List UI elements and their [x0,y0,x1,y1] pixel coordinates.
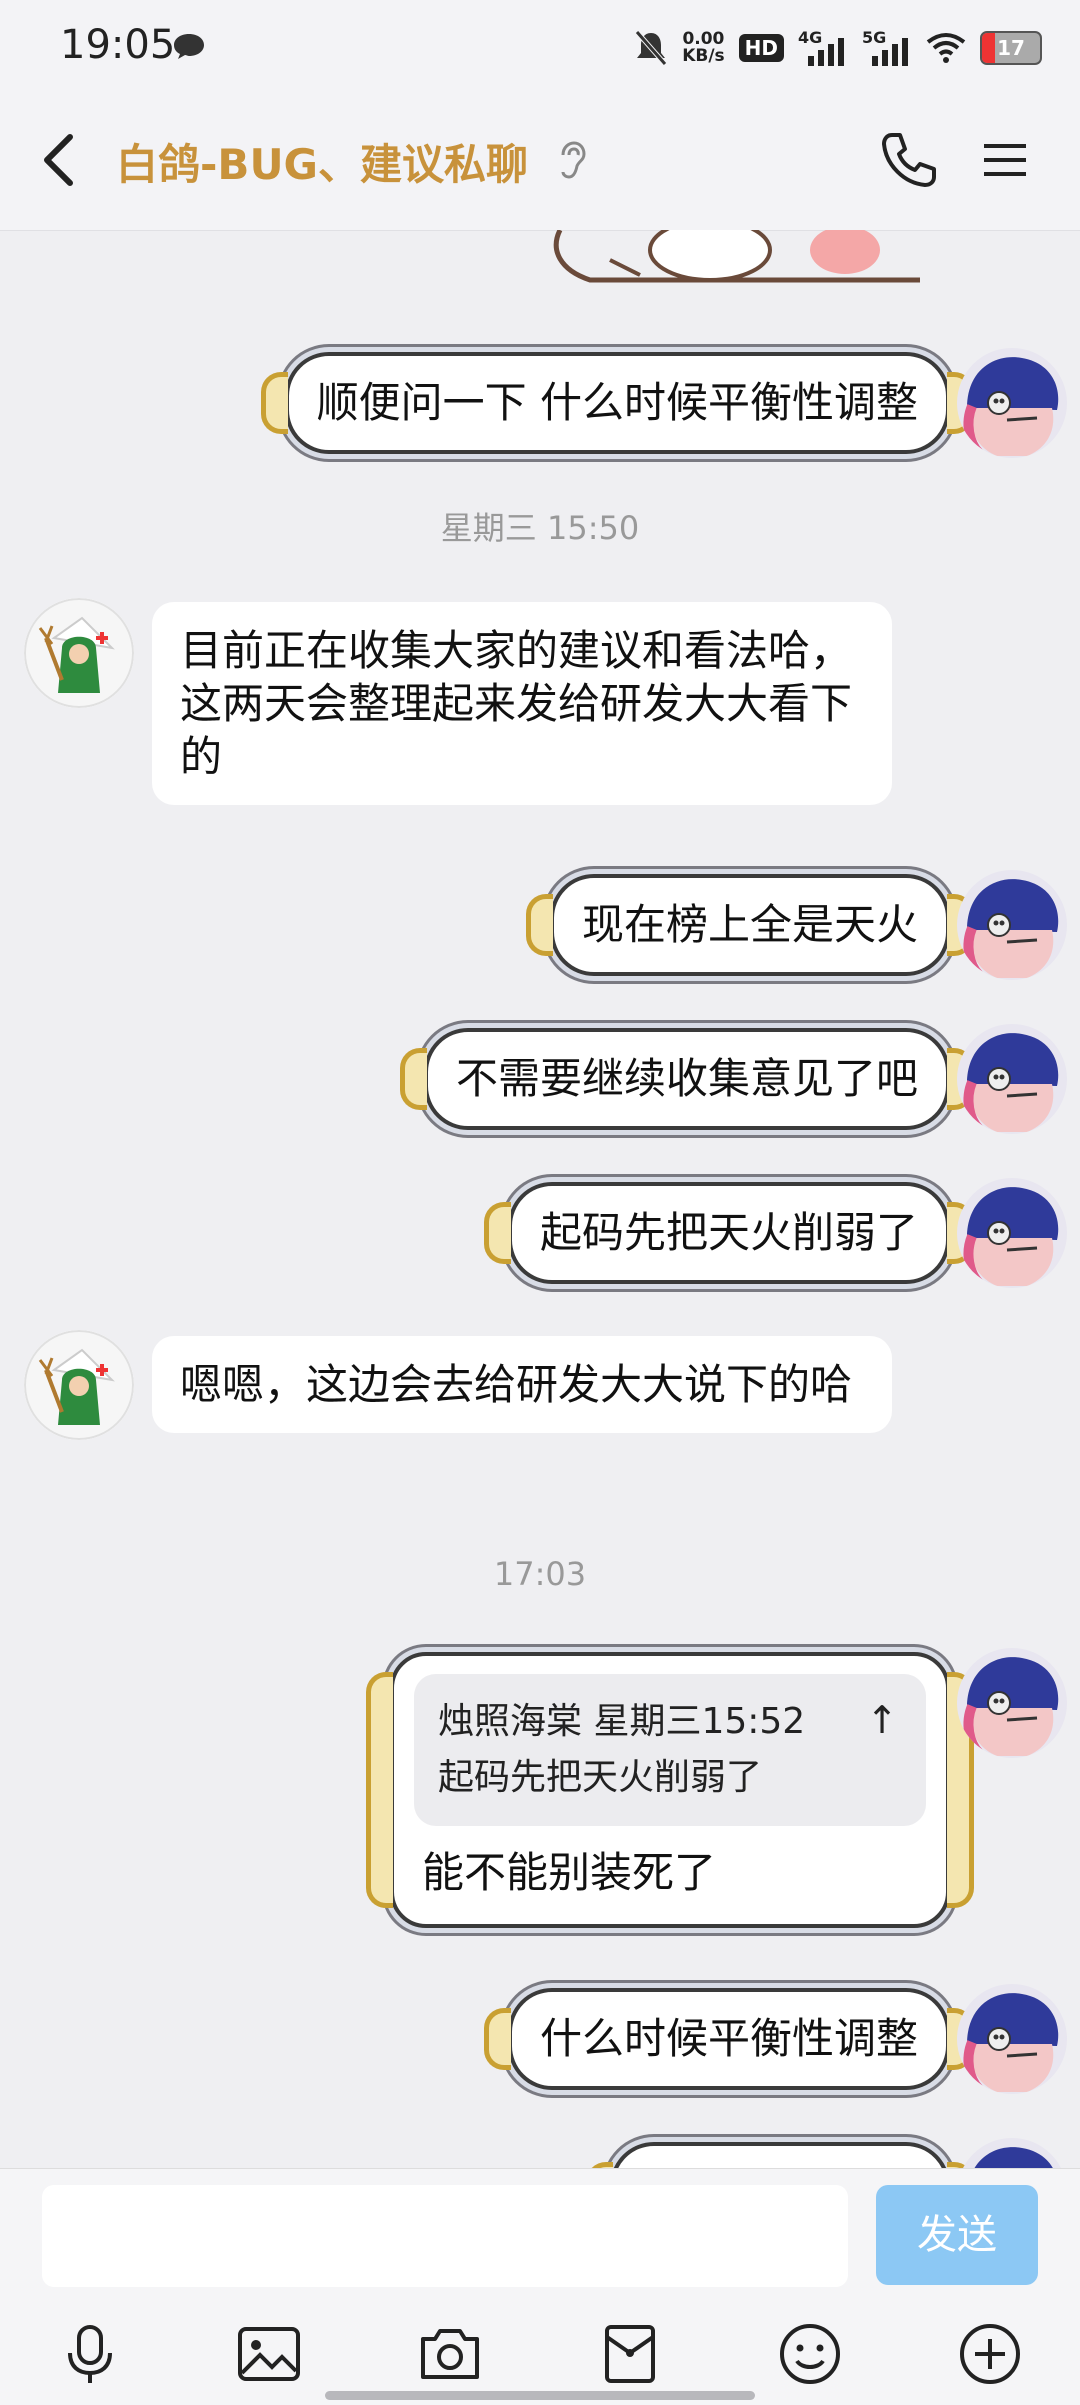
signal-4g-icon: 4G [798,28,848,68]
message-bubble[interactable]: 起码先把天火削弱了 [483,1182,975,1284]
input-bar: 发送 [0,2168,1080,2405]
message-bubble[interactable]: 目前正在收集大家的建议和看法哈，这两天会整理起来发给研发大大看下的 [152,602,892,805]
message-bubble[interactable]: 现在榜上全是天火 [525,874,975,976]
contact-avatar[interactable] [24,1330,134,1440]
battery-icon: 17 [980,31,1042,65]
microphone-icon[interactable] [57,2321,123,2387]
image-icon[interactable] [236,2321,302,2387]
plus-icon[interactable] [957,2321,1023,2387]
hd-badge: HD [738,34,784,62]
contact-avatar[interactable] [24,598,134,708]
quoted-message[interactable]: 烛照海棠 星期三15:52 起码先把天火削弱了 ↑ [414,1674,926,1826]
reply-message-bubble[interactable]: 烛照海棠 星期三15:52 起码先把天火削弱了 ↑ 能不能别装死了 [366,1652,974,1928]
status-time: 19:05 [60,22,176,68]
message-text: 现在榜上全是天火 [581,900,918,949]
self-avatar[interactable] [957,348,1067,458]
camera-icon[interactable] [417,2321,483,2387]
red-packet-icon[interactable] [597,2321,663,2387]
net-speed-unit: KB/s [682,46,725,66]
message-input[interactable] [42,2185,848,2287]
message-bubble[interactable]: 嗯嗯，这边会去给研发大大说下的哈 [152,1336,892,1433]
chat-title[interactable]: 白鸽-BUG、建议私聊 [116,131,528,192]
status-indicators: 0.00 KB/s HD 4G 5G 17 [634,25,1042,71]
quote-text: 起码先把天火削弱了 [438,1757,763,1798]
home-indicator[interactable] [325,2391,755,2400]
wifi-icon [926,33,966,63]
sticker-image[interactable] [520,230,920,290]
message-text: 顺便问一下 什么时候平衡性调整 [316,378,918,427]
send-button[interactable]: 发送 [876,2185,1038,2285]
status-bar: 19:05 0.00 KB/s HD 4G 5G 17 [0,0,1080,95]
message-text: 不需要继续收集意见了吧 [455,1054,918,1103]
notification-chat-icon [174,34,204,59]
message-bubble[interactable]: 什么时候平衡性调整 [483,1988,975,2090]
back-icon[interactable] [30,125,90,195]
signal-5g-icon: 5G [862,28,912,68]
message-text: 嗯嗯，这边会去给研发大大说下的哈 [180,1360,853,1409]
mute-bell-icon [635,30,668,66]
message-text: 什么时候平衡性调整 [539,2014,918,2063]
jump-to-quote-icon[interactable]: ↑ [866,1692,898,1748]
chat-header: 白鸽-BUG、建议私聊 [0,95,1080,231]
message-bubble[interactable]: 顺便问一下 什么时候平衡性调整 [260,352,975,454]
message-list[interactable]: 顺便问一下 什么时候平衡性调整 星期三 15:50 目前正在收集大家的建议和看法… [0,230,1080,2168]
voice-call-icon[interactable] [878,129,940,191]
timestamp: 星期三 15:50 [440,509,640,547]
message-text: 起码先把天火削弱了 [539,1208,918,1257]
self-avatar[interactable] [957,1024,1067,1134]
emoji-icon[interactable] [777,2321,843,2387]
net-speed: 0.00 KB/s [682,31,724,65]
self-avatar[interactable] [957,870,1067,980]
menu-icon[interactable] [980,135,1030,185]
message-bubble[interactable]: 不需要继续收集意见了吧 [399,1028,975,1130]
message-text: 能不能别装死了 [422,1848,717,1897]
ear-mode-icon[interactable] [557,141,587,181]
timestamp: 17:03 [493,1555,587,1593]
self-avatar[interactable] [957,1984,1067,2094]
self-avatar[interactable] [957,1178,1067,1288]
message-text: 目前正在收集大家的建议和看法哈，这两天会整理起来发给研发大大看下的 [180,626,853,781]
message-bubble-partial[interactable] [586,2142,974,2168]
self-avatar[interactable] [957,2138,1067,2168]
quote-header: 烛照海棠 星期三15:52 [438,1701,806,1742]
self-avatar[interactable] [957,1648,1067,1758]
